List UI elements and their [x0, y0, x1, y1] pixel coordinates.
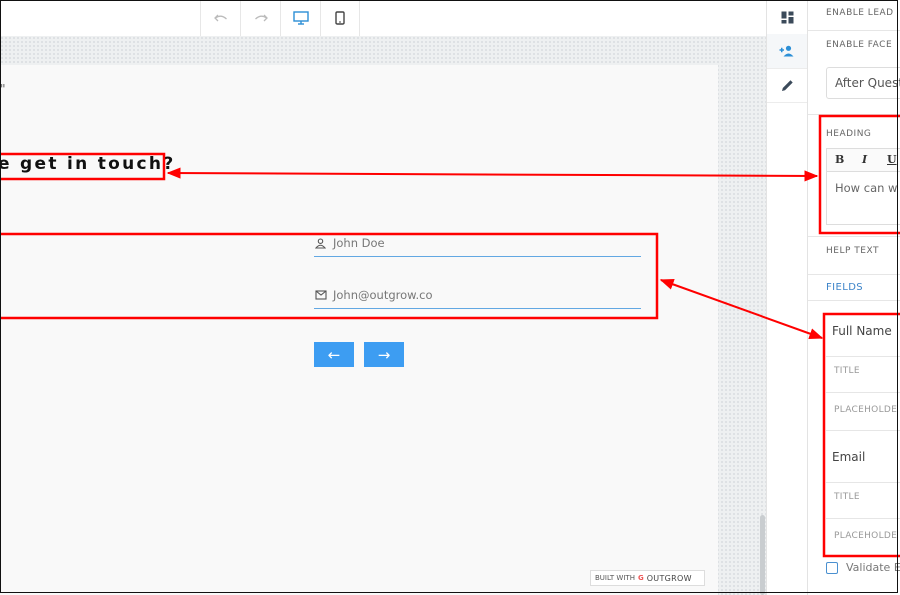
field-placeholder-input[interactable]: PLACEHOLDE — [834, 405, 897, 415]
side-icon-strip — [766, 0, 808, 595]
underline-button[interactable]: U — [887, 153, 897, 166]
mobile-view-button[interactable] — [320, 0, 360, 36]
desktop-icon — [292, 11, 309, 25]
heading-editor-input[interactable]: How can w — [826, 171, 900, 225]
top-toolbar — [0, 0, 766, 37]
quote-mark: " — [0, 82, 6, 96]
prev-button[interactable]: ← — [314, 342, 354, 367]
validate-email-checkbox[interactable] — [826, 562, 838, 574]
divider — [826, 482, 900, 483]
divider — [826, 392, 900, 393]
heading-editor-toolbar: B I U — [826, 148, 900, 172]
lead-gen-button[interactable] — [767, 34, 807, 69]
outgrow-logo-icon: G — [637, 574, 644, 582]
divider — [826, 430, 900, 431]
next-button[interactable]: → — [364, 342, 404, 367]
timing-select[interactable]: After Questi — [826, 67, 900, 99]
form-heading[interactable]: e get in touch? — [0, 154, 176, 174]
add-user-icon — [779, 45, 794, 57]
italic-button[interactable]: I — [862, 153, 867, 166]
field-title-input[interactable]: TITLE — [834, 492, 860, 502]
mobile-icon — [335, 11, 345, 25]
person-icon — [315, 238, 326, 249]
field-item-full-name[interactable]: Full Name — [832, 324, 892, 338]
built-with-brand: OUTGROW — [646, 573, 692, 583]
fields-tab[interactable]: FIELDS — [826, 282, 863, 293]
divider — [808, 274, 900, 275]
redo-icon — [254, 14, 268, 22]
undo-button[interactable] — [200, 0, 240, 36]
divider — [808, 30, 900, 31]
enable-face-label: ENABLE FACE — [826, 40, 893, 50]
validate-email-label: Validate E — [846, 561, 900, 574]
undo-icon — [213, 14, 227, 22]
divider — [808, 236, 900, 237]
heading-label: HEADING — [826, 129, 872, 139]
built-with-prefix: BUILT WITH — [595, 574, 635, 582]
enable-lead-label: ENABLE LEAD — [826, 8, 894, 18]
help-text-label[interactable]: HELP TEXT — [826, 246, 879, 256]
field-placeholder-input[interactable]: PLACEHOLDE — [834, 531, 897, 541]
field-title-input[interactable]: TITLE — [834, 366, 860, 376]
dashboard-icon — [781, 11, 793, 23]
envelope-icon — [315, 290, 327, 300]
divider — [826, 518, 900, 519]
divider — [808, 300, 900, 301]
redo-button[interactable] — [240, 0, 280, 36]
divider — [808, 114, 900, 115]
settings-panel: ENABLE LEAD ENABLE FACE After Questi HEA… — [808, 0, 900, 595]
edit-button[interactable] — [767, 68, 807, 103]
desktop-view-button[interactable] — [280, 0, 320, 36]
built-with-badge[interactable]: BUILT WITH G OUTGROW — [590, 570, 705, 586]
preview-page — [0, 65, 718, 595]
divider — [826, 356, 900, 357]
email-field[interactable]: John@outgrow.co — [314, 286, 641, 309]
field-item-email[interactable]: Email — [832, 450, 865, 464]
full-name-placeholder: John Doe — [333, 236, 385, 250]
bold-button[interactable]: B — [835, 153, 844, 166]
full-name-field[interactable]: John Doe — [314, 234, 641, 257]
pencil-icon — [781, 79, 793, 91]
email-placeholder: John@outgrow.co — [333, 288, 433, 302]
canvas-scrollbar[interactable] — [760, 515, 765, 595]
dashboard-button[interactable] — [767, 0, 807, 35]
